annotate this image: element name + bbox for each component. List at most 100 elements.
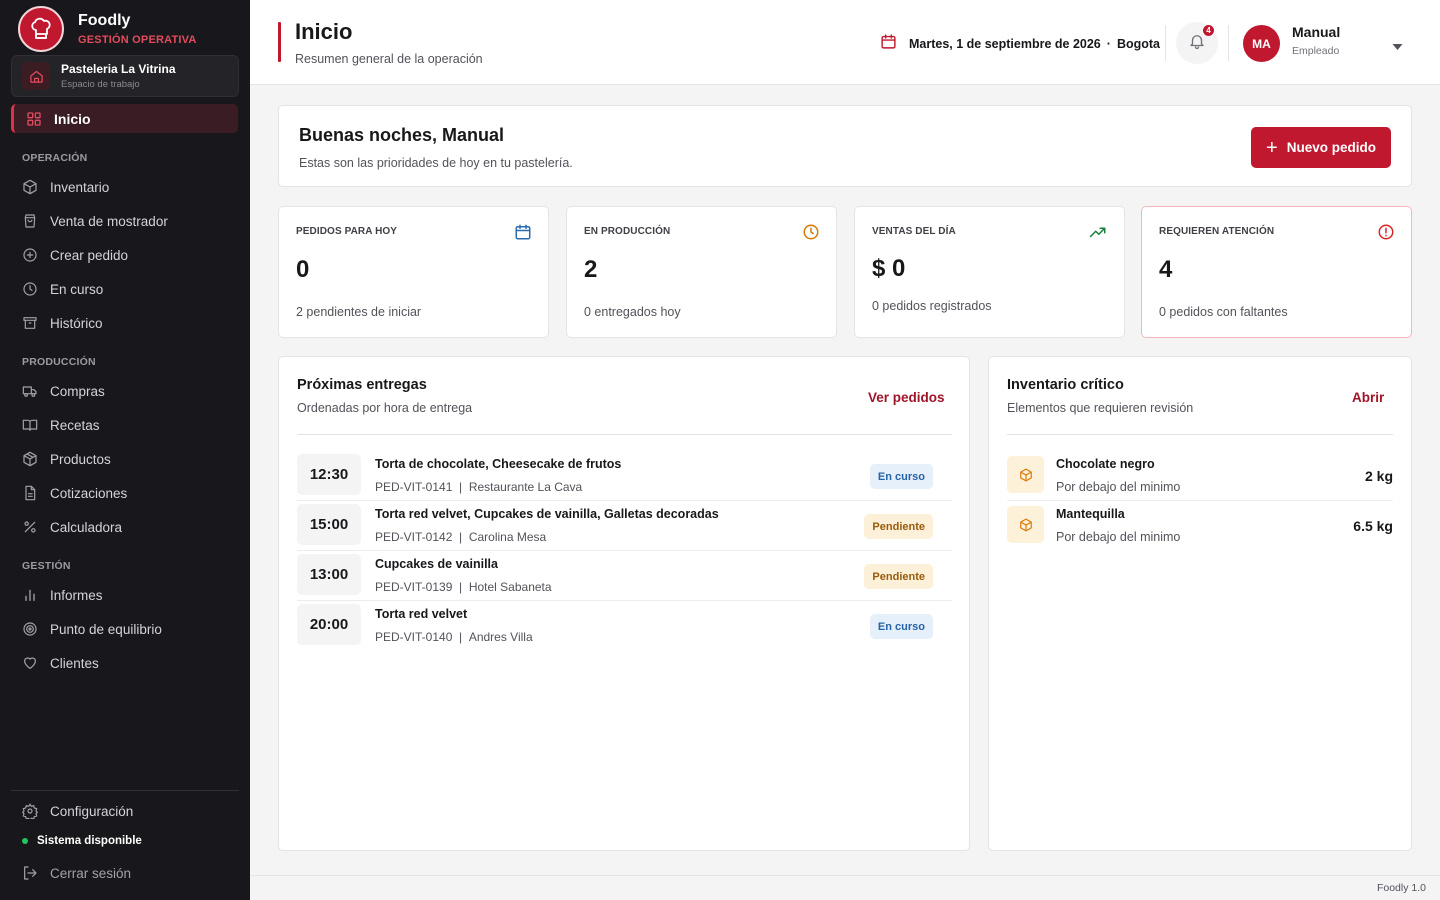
sidebar-item-label: Clientes [50, 655, 99, 671]
chevron-down-icon[interactable] [1392, 38, 1403, 56]
client-name: Andres Villa [468, 630, 533, 644]
inventory-item-name: Mantequilla [1056, 507, 1125, 521]
current-date: Martes, 1 de septiembre de 2026 [909, 37, 1101, 51]
sidebar-item-inventario[interactable]: Inventario [22, 175, 238, 199]
sidebar-item-inicio[interactable]: Inicio [11, 104, 238, 133]
order-code: PED-VIT-0139 [375, 580, 453, 594]
delivery-meta: PED-VIT-0141 | Restaurante La Cava [375, 480, 583, 494]
sidebar-item-venta-mostrador[interactable]: Venta de mostrador [22, 209, 238, 233]
panel-subtitle: Elementos que requieren revisión [1007, 401, 1194, 415]
workspace-subtitle: Espacio de trabajo [61, 79, 140, 90]
avatar[interactable]: MA [1243, 25, 1280, 62]
delivery-meta: PED-VIT-0140 | Andres Villa [375, 630, 533, 644]
inventory-row[interactable]: Chocolate negro Por debajo del minimo 2 … [1007, 451, 1393, 501]
archive-icon [22, 315, 38, 331]
notifications-button[interactable]: 4 [1176, 22, 1218, 64]
target-icon [22, 621, 38, 637]
brand[interactable]: Foodly GESTIÓN OPERATIVA [18, 6, 197, 52]
welcome-subtitle: Estas son las prioridades de hoy en tu p… [299, 156, 573, 170]
sidebar-item-label: Punto de equilibrio [50, 621, 162, 637]
status-badge: Pendiente [864, 514, 933, 539]
brand-subtitle: GESTIÓN OPERATIVA [78, 34, 197, 46]
view-orders-link[interactable]: Ver pedidos [868, 390, 945, 405]
stat-note: 2 pendientes de iniciar [296, 305, 422, 319]
stat-label: EN PRODUCCIÓN [584, 226, 671, 237]
status-badge: En curso [869, 614, 933, 639]
sidebar-item-recetas[interactable]: Recetas [22, 413, 238, 437]
sidebar-item-label: Cotizaciones [50, 485, 128, 501]
sidebar-item-informes[interactable]: Informes [22, 583, 238, 607]
plus-circle-icon [22, 247, 38, 263]
delivery-row[interactable]: 13:00 Cupcakes de vainilla PED-VIT-0139 … [297, 551, 952, 601]
page-subtitle: Resumen general de la operación [295, 52, 483, 66]
page-title: Inicio [295, 19, 353, 44]
status-dot [22, 838, 28, 844]
inventory-item-note: Por debajo del minimo [1056, 530, 1181, 544]
status-badge: En curso [869, 464, 933, 489]
status-label: Sistema disponible [37, 835, 142, 847]
sidebar-item-label: Inventario [50, 179, 110, 195]
top-header: Inicio Resumen general de la operación M… [250, 0, 1440, 85]
sidebar-item-productos[interactable]: Productos [22, 447, 238, 471]
panel-title: Inventario crítico [1007, 377, 1124, 393]
home-icon [22, 62, 50, 90]
stat-value: 2 [584, 256, 598, 283]
section-title-produccion: PRODUCCIÓN [22, 356, 96, 368]
delivery-time: 12:30 [297, 454, 361, 495]
sidebar-item-label: Informes [50, 587, 103, 603]
delivery-time: 15:00 [297, 504, 361, 545]
panel-divider [1007, 434, 1393, 435]
heart-icon [22, 655, 38, 671]
delivery-row[interactable]: 15:00 Torta red velvet, Cupcakes de vain… [297, 501, 952, 551]
app-version: Foodly 1.0 [1376, 882, 1426, 894]
stat-card-orders-today: PEDIDOS PARA HOY 0 2 pendientes de inici… [278, 206, 549, 338]
delivery-meta: PED-VIT-0139 | Hotel Sabaneta [375, 580, 552, 594]
sidebar-item-cotizaciones[interactable]: Cotizaciones [22, 481, 238, 505]
stat-card-sales-today: VENTAS DEL DÍA $ 0 0 pedidos registrados [854, 206, 1125, 338]
inventory-item-qty: 2 kg [1364, 468, 1393, 484]
order-code: PED-VIT-0140 [375, 630, 453, 644]
sidebar-item-label: Productos [50, 451, 111, 467]
new-order-button[interactable]: + Nuevo pedido [1251, 127, 1391, 168]
sidebar-item-punto-equilibrio[interactable]: Punto de equilibrio [22, 617, 238, 641]
clock-icon [802, 223, 820, 246]
delivery-title: Cupcakes de vainilla [375, 557, 498, 571]
box-icon [1007, 456, 1044, 493]
delivery-row[interactable]: 20:00 Torta red velvet PED-VIT-0140 | An… [297, 601, 952, 651]
truck-icon [22, 383, 38, 399]
sidebar-item-en-curso[interactable]: En curso [22, 277, 238, 301]
clock-icon [22, 281, 38, 297]
user-name[interactable]: Manual [1292, 24, 1340, 40]
sidebar-item-clientes[interactable]: Clientes [22, 651, 238, 675]
delivery-row[interactable]: 12:30 Torta de chocolate, Cheesecake de … [297, 451, 952, 501]
sidebar-item-label: Compras [50, 383, 105, 399]
status-badge: Pendiente [864, 564, 933, 589]
panel-title: Próximas entregas [297, 377, 427, 393]
workspace-selector[interactable]: Pasteleria La Vitrina Espacio de trabajo [11, 55, 239, 97]
sidebar-item-compras[interactable]: Compras [22, 379, 238, 403]
stat-label: REQUIEREN ATENCIÓN [1159, 226, 1275, 237]
sidebar-item-label: Crear pedido [50, 247, 129, 263]
trending-up-icon [1088, 223, 1108, 246]
date-separator: · [1106, 37, 1111, 51]
user-role: Empleado [1292, 45, 1340, 57]
inventory-row[interactable]: Mantequilla Por debajo del minimo 6.5 kg [1007, 501, 1393, 551]
box-icon [1007, 506, 1044, 543]
package-icon [22, 451, 38, 467]
sidebar-item-crear-pedido[interactable]: Crear pedido [22, 243, 238, 267]
workspace-name: Pasteleria La Vitrina [61, 62, 176, 76]
logout-button[interactable]: Cerrar sesión [22, 861, 238, 885]
stat-note: 0 entregados hoy [584, 305, 681, 319]
sidebar-item-configuracion[interactable]: Configuración [21, 799, 238, 823]
client-name: Carolina Mesa [468, 530, 547, 544]
sidebar-item-calculadora[interactable]: Calculadora [22, 515, 238, 539]
panel-divider [297, 434, 952, 435]
section-title-operacion: OPERACIÓN [22, 152, 88, 164]
sidebar-item-historico[interactable]: Histórico [22, 311, 238, 335]
sidebar-divider [11, 790, 239, 791]
delivery-title: Torta red velvet, Cupcakes de vainilla, … [375, 507, 719, 521]
stat-card-attention: REQUIEREN ATENCIÓN 4 0 pedidos con falta… [1141, 206, 1412, 338]
title-accent-bar [278, 22, 281, 62]
stat-note: 0 pedidos con faltantes [1159, 305, 1288, 319]
open-inventory-link[interactable]: Abrir [1352, 390, 1384, 405]
